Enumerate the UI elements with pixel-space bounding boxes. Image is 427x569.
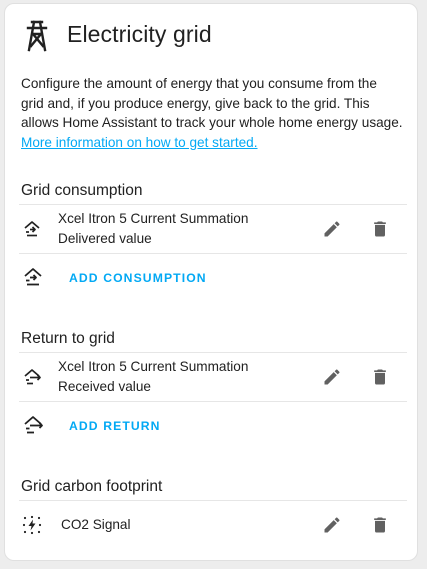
card-title: Electricity grid: [67, 21, 212, 47]
grid-consumption-item-line1: Xcel Itron 5 Current Summation: [58, 211, 249, 226]
pencil-icon: [322, 219, 342, 239]
grid-consumption-item: Xcel Itron 5 Current Summation Delivered…: [5, 205, 417, 253]
grid-carbon-footprint-title: Grid carbon footprint: [21, 478, 163, 495]
divider: [19, 401, 407, 402]
description-body: Configure the amount of energy that you …: [21, 76, 403, 130]
electricity-grid-card: Electricity grid Configure the amount of…: [4, 3, 418, 561]
grid-consumption-item-line2: Delivered value: [58, 231, 152, 246]
add-consumption-row: ADD CONSUMPTION: [5, 258, 417, 294]
return-to-grid-item: Xcel Itron 5 Current Summation Received …: [5, 353, 417, 401]
more-info-link[interactable]: More information on how to get started.: [21, 135, 258, 150]
grid-consumption-title: Grid consumption: [21, 182, 143, 199]
transmission-tower-import-icon: [22, 266, 44, 288]
trash-icon: [370, 515, 390, 535]
return-to-grid-title: Return to grid: [21, 330, 115, 347]
carbon-footprint-item: CO2 Signal: [5, 501, 417, 549]
co2-signal-icon: [22, 515, 42, 535]
transmission-tower-import-icon: [22, 219, 42, 239]
add-return-button[interactable]: ADD RETURN: [63, 413, 167, 439]
trash-icon: [370, 219, 390, 239]
return-to-grid-item-line2: Received value: [58, 379, 151, 394]
divider: [19, 253, 407, 254]
edit-return-button[interactable]: [318, 363, 346, 391]
delete-consumption-button[interactable]: [366, 215, 394, 243]
transmission-tower-export-icon: [22, 367, 42, 387]
pencil-icon: [322, 367, 342, 387]
pencil-icon: [322, 515, 342, 535]
delete-carbon-footprint-button[interactable]: [366, 511, 394, 539]
return-to-grid-item-text: Xcel Itron 5 Current Summation Received …: [58, 357, 248, 397]
add-return-row: ADD RETURN: [5, 406, 417, 442]
grid-consumption-item-text: Xcel Itron 5 Current Summation Delivered…: [58, 209, 248, 249]
edit-consumption-button[interactable]: [318, 215, 346, 243]
delete-return-button[interactable]: [366, 363, 394, 391]
transmission-tower-icon: [22, 19, 52, 53]
trash-icon: [370, 367, 390, 387]
card-header: Electricity grid: [5, 4, 417, 64]
return-to-grid-item-line1: Xcel Itron 5 Current Summation: [58, 359, 249, 374]
carbon-footprint-item-label: CO2 Signal: [61, 517, 131, 532]
edit-carbon-footprint-button[interactable]: [318, 511, 346, 539]
add-consumption-button[interactable]: ADD CONSUMPTION: [63, 265, 213, 291]
description-text: Configure the amount of energy that you …: [21, 74, 403, 152]
transmission-tower-export-icon: [22, 414, 44, 436]
